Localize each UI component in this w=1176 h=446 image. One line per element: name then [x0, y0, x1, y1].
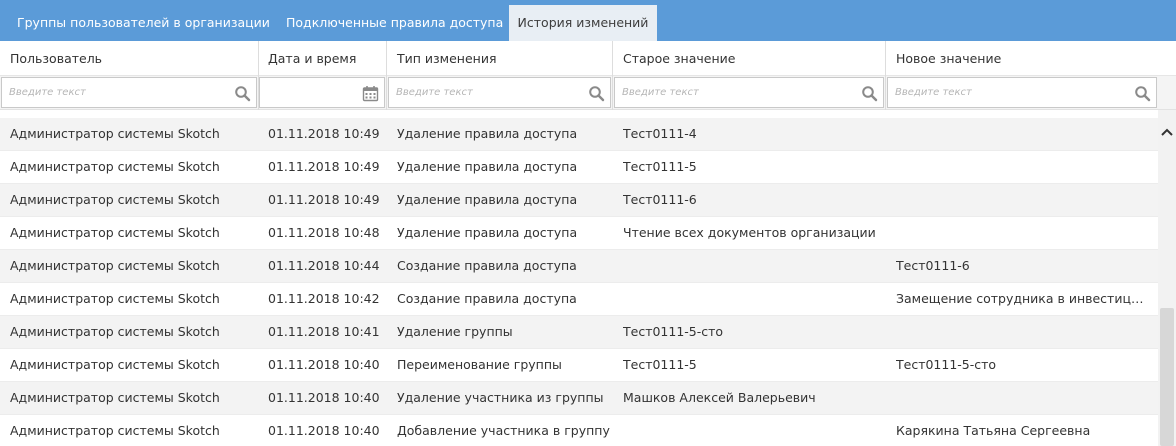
datetime-filter — [259, 77, 385, 108]
cell-change-type: Удаление правила доступа — [397, 126, 578, 141]
old-value-filter-input[interactable] — [615, 78, 883, 107]
user-filter — [1, 77, 257, 108]
cell-datetime: 01.11.2018 10:44 — [268, 258, 380, 273]
table-row[interactable]: Администратор системы Skotch 01.11.2018 … — [0, 349, 1158, 382]
cell-datetime: 01.11.2018 10:49 — [268, 126, 380, 141]
column-divider — [258, 41, 259, 110]
tab-change-history[interactable]: История изменений — [509, 5, 657, 41]
column-header-change-type[interactable]: Тип изменения — [397, 41, 496, 76]
cell-datetime: 01.11.2018 10:40 — [268, 423, 380, 438]
cell-user: Администратор системы Skotch — [10, 225, 220, 240]
cell-datetime: 01.11.2018 10:48 — [268, 225, 380, 240]
tab-access-rules[interactable]: Подключенные правила доступа — [286, 5, 503, 41]
cell-old-value: Тест0111-6 — [623, 192, 697, 207]
cell-old-value: Тест0111-4 — [623, 126, 697, 141]
cell-old-value: Тест0111-5 — [623, 159, 697, 174]
change-type-filter-input[interactable] — [389, 78, 610, 107]
cell-change-type: Удаление правила доступа — [397, 225, 578, 240]
table-row[interactable]: Администратор системы Skotch 01.11.2018 … — [0, 250, 1158, 283]
cell-new-value: Карякина Татьяна Сергеевна — [896, 423, 1091, 438]
cell-datetime: 01.11.2018 10:42 — [268, 291, 380, 306]
cell-user: Администратор системы Skotch — [10, 291, 220, 306]
cell-datetime: 01.11.2018 10:41 — [268, 324, 380, 339]
cell-datetime: 01.11.2018 10:49 — [268, 159, 380, 174]
chevron-up-icon[interactable] — [1158, 124, 1176, 140]
search-icon[interactable] — [1134, 85, 1151, 102]
new-value-filter — [887, 77, 1157, 108]
cell-new-value: Замещение сотрудника в инвестицио... — [896, 291, 1148, 306]
table-row[interactable]: Администратор системы Skotch 01.11.2018 … — [0, 217, 1158, 250]
cell-new-value — [896, 217, 1148, 250]
filter-row — [0, 76, 1176, 110]
old-value-filter — [614, 77, 884, 108]
column-divider — [885, 41, 886, 110]
cell-new-value — [896, 184, 1148, 217]
cell-change-type: Добавление участника в группу — [397, 423, 610, 438]
cell-change-type: Создание правила доступа — [397, 291, 577, 306]
search-icon[interactable] — [861, 85, 878, 102]
cell-old-value — [623, 283, 883, 316]
history-grid: Администратор системы Skotch 01.11.2018 … — [0, 110, 1158, 446]
column-header-user[interactable]: Пользователь — [10, 41, 102, 76]
tab-bar: Группы пользователей в организации Подкл… — [0, 0, 1176, 41]
cell-new-value — [896, 118, 1148, 151]
table-row[interactable]: Администратор системы Skotch 01.11.2018 … — [0, 415, 1158, 446]
search-icon[interactable] — [588, 85, 605, 102]
cell-user: Администратор системы Skotch — [10, 390, 220, 405]
cell-user: Администратор системы Skotch — [10, 126, 220, 141]
table-row[interactable]: Администратор системы Skotch 01.11.2018 … — [0, 382, 1158, 415]
cell-user: Администратор системы Skotch — [10, 423, 220, 438]
cell-new-value — [896, 151, 1148, 184]
cell-new-value — [896, 382, 1148, 415]
cell-change-type: Переименование группы — [397, 357, 562, 372]
cell-new-value: Тест0111-5-сто — [896, 357, 997, 372]
user-filter-input[interactable] — [2, 78, 256, 107]
search-icon[interactable] — [234, 85, 251, 102]
column-header-old-value[interactable]: Старое значение — [623, 41, 735, 76]
cell-datetime: 01.11.2018 10:49 — [268, 192, 380, 207]
cell-old-value — [623, 250, 883, 283]
cell-new-value: Тест0111-6 — [896, 258, 970, 273]
cell-user: Администратор системы Skotch — [10, 258, 220, 273]
calendar-icon[interactable] — [362, 85, 379, 102]
cell-old-value: Тест0111-5-сто — [623, 324, 724, 339]
scrollbar-thumb[interactable] — [1160, 308, 1174, 446]
cell-user: Администратор системы Skotch — [10, 324, 220, 339]
change-type-filter — [388, 77, 611, 108]
cell-new-value — [896, 316, 1148, 349]
cell-change-type: Удаление участника из группы — [397, 390, 604, 405]
cell-change-type: Удаление группы — [397, 324, 513, 339]
table-row[interactable]: Администратор системы Skotch 01.11.2018 … — [0, 151, 1158, 184]
cell-datetime: 01.11.2018 10:40 — [268, 390, 380, 405]
tab-user-groups[interactable]: Группы пользователей в организации — [17, 5, 270, 41]
cell-user: Администратор системы Skotch — [10, 192, 220, 207]
cell-user: Администратор системы Skotch — [10, 159, 220, 174]
cell-change-type: Создание правила доступа — [397, 258, 577, 273]
cell-change-type: Удаление правила доступа — [397, 159, 578, 174]
cell-old-value: Машков Алексей Валерьевич — [623, 390, 816, 405]
table-row[interactable]: Администратор системы Skotch 01.11.2018 … — [0, 283, 1158, 316]
cell-old-value — [623, 415, 883, 446]
cell-change-type: Удаление правила доступа — [397, 192, 578, 207]
table-row[interactable]: Администратор системы Skotch 01.11.2018 … — [0, 184, 1158, 217]
vertical-scrollbar[interactable] — [1158, 110, 1176, 446]
cell-datetime: 01.11.2018 10:40 — [268, 357, 380, 372]
table-row[interactable]: Администратор системы Skotch 01.11.2018 … — [0, 316, 1158, 349]
grid-header: Пользователь Дата и время Тип изменения … — [0, 41, 1176, 76]
new-value-filter-input[interactable] — [888, 78, 1156, 107]
column-divider — [386, 41, 387, 110]
table-row[interactable]: Администратор системы Skotch 01.11.2018 … — [0, 118, 1158, 151]
column-header-datetime[interactable]: Дата и время — [268, 41, 356, 76]
cell-old-value: Тест0111-5 — [623, 357, 697, 372]
column-header-new-value[interactable]: Новое значение — [896, 41, 1001, 76]
cell-user: Администратор системы Skotch — [10, 357, 220, 372]
cell-old-value: Чтение всех документов организации — [623, 225, 876, 240]
column-divider — [612, 41, 613, 110]
